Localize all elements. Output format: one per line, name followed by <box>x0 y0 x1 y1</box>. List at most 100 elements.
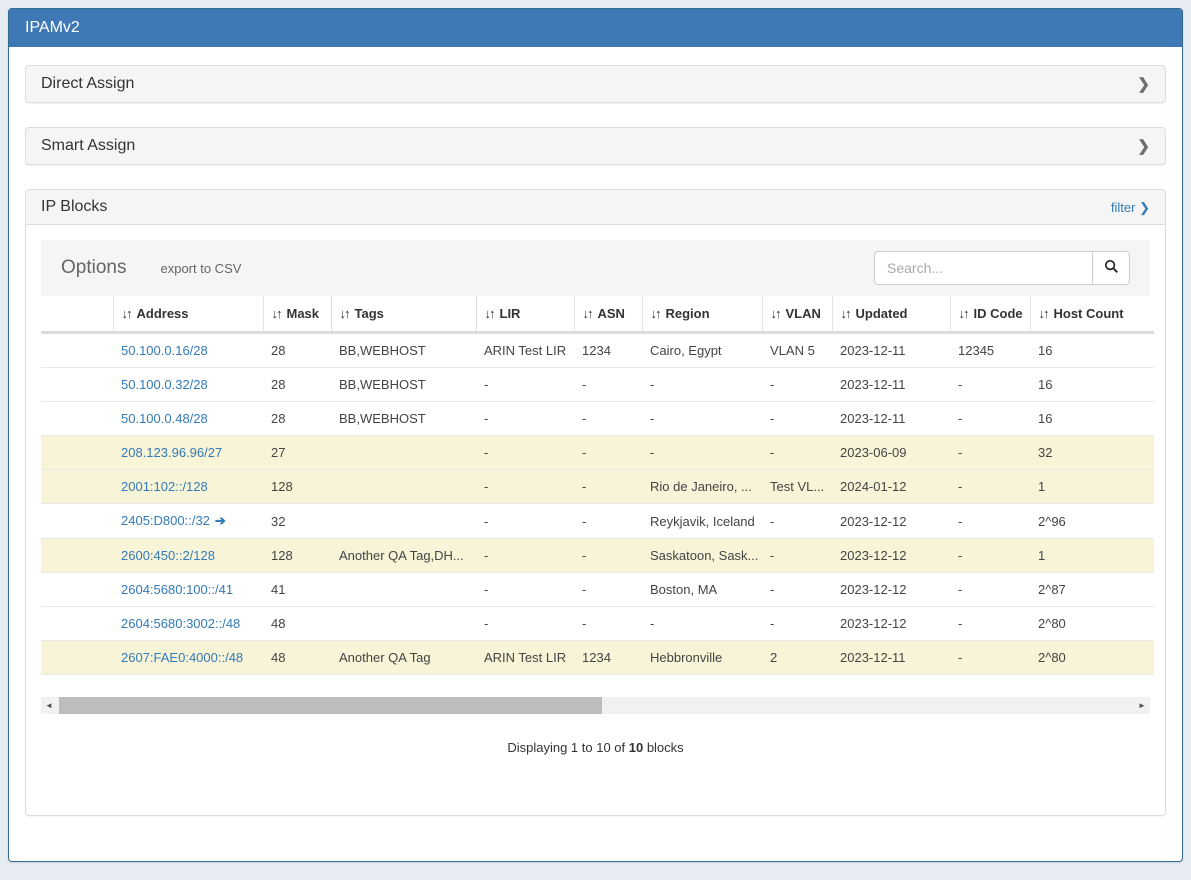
cell-region: - <box>642 607 762 641</box>
app-title: IPAMv2 <box>9 9 1182 47</box>
address-link[interactable]: 208.123.96.96/27 <box>121 445 222 460</box>
cell-region: Hebbronville <box>642 641 762 675</box>
address-link[interactable]: 2604:5680:3002::/48 <box>121 616 240 631</box>
table-row: 2600:450::2/128128Another QA Tag,DH...--… <box>41 539 1154 573</box>
cell-lir: - <box>476 573 574 607</box>
column-label: Region <box>666 306 710 321</box>
cell-id-code: 12345 <box>950 333 1030 368</box>
cell-updated: 2023-06-09 <box>832 436 950 470</box>
display-count-prefix: Displaying 1 to 10 of <box>507 740 628 755</box>
direct-assign-panel[interactable]: Direct Assign ❯ <box>25 65 1166 103</box>
cell-lir: - <box>476 368 574 402</box>
sort-icon: ↓↑ <box>959 306 968 321</box>
column-header-lir[interactable]: ↓↑LIR <box>476 296 574 333</box>
cell-lir: - <box>476 539 574 573</box>
cell-indent <box>41 573 113 607</box>
cell-host-count: 2^80 <box>1030 607 1154 641</box>
options-strip: Options export to CSV <box>41 240 1150 296</box>
cell-tags <box>331 470 476 504</box>
cell-indent <box>41 333 113 368</box>
ip-blocks-body: Options export to CSV <box>26 225 1165 815</box>
address-link[interactable]: 50.100.0.32/28 <box>121 377 208 392</box>
cell-address: 208.123.96.96/27 <box>113 436 263 470</box>
cell-tags: Another QA Tag,DH... <box>331 539 476 573</box>
ip-blocks-label: IP Blocks <box>41 198 107 216</box>
column-header-mask[interactable]: ↓↑Mask <box>263 296 331 333</box>
column-header-address[interactable]: ↓↑Address <box>113 296 263 333</box>
column-header-vlan[interactable]: ↓↑VLAN <box>762 296 832 333</box>
smart-assign-panel[interactable]: Smart Assign ❯ <box>25 127 1166 165</box>
column-label: ASN <box>598 306 625 321</box>
search-input[interactable] <box>874 251 1092 285</box>
sort-icon: ↓↑ <box>272 306 281 321</box>
address-link[interactable]: 2405:D800::/32 <box>121 513 210 528</box>
cell-host-count: 16 <box>1030 333 1154 368</box>
cell-address: 2001:102::/128 <box>113 470 263 504</box>
cell-vlan: - <box>762 504 832 539</box>
scroll-right-icon[interactable]: ► <box>1134 697 1150 714</box>
scrollbar-thumb[interactable] <box>59 697 602 714</box>
chevron-right-icon: ❯ <box>1137 139 1150 154</box>
address-link[interactable]: 2607:FAE0:4000::/48 <box>121 650 243 665</box>
cell-indent <box>41 368 113 402</box>
cell-id-code: - <box>950 436 1030 470</box>
cell-address: 50.100.0.16/28 <box>113 333 263 368</box>
cell-address: 50.100.0.32/28 <box>113 368 263 402</box>
column-header-tags[interactable]: ↓↑Tags <box>331 296 476 333</box>
search-button[interactable] <box>1092 251 1130 285</box>
cell-mask: 48 <box>263 607 331 641</box>
sort-icon: ↓↑ <box>485 306 494 321</box>
search-icon <box>1104 259 1119 277</box>
cell-lir: - <box>476 607 574 641</box>
column-label: ID Code <box>974 306 1023 321</box>
cell-region: Boston, MA <box>642 573 762 607</box>
cell-updated: 2023-12-12 <box>832 504 950 539</box>
column-header-empty <box>41 296 113 333</box>
cell-region: Rio de Janeiro, ... <box>642 470 762 504</box>
ip-blocks-table: ↓↑Address↓↑Mask↓↑Tags↓↑LIR↓↑ASN↓↑Region↓… <box>41 296 1154 675</box>
address-link[interactable]: 2600:450::2/128 <box>121 548 215 563</box>
table-header-row: ↓↑Address↓↑Mask↓↑Tags↓↑LIR↓↑ASN↓↑Region↓… <box>41 296 1154 333</box>
cell-id-code: - <box>950 402 1030 436</box>
cell-address: 2607:FAE0:4000::/48 <box>113 641 263 675</box>
column-header-region[interactable]: ↓↑Region <box>642 296 762 333</box>
cell-id-code: - <box>950 539 1030 573</box>
filter-link[interactable]: filter ❯ <box>1111 200 1150 215</box>
cell-asn: 1234 <box>574 333 642 368</box>
cell-id-code: - <box>950 641 1030 675</box>
address-link[interactable]: 2001:102::/128 <box>121 479 208 494</box>
column-header-asn[interactable]: ↓↑ASN <box>574 296 642 333</box>
cell-region: Reykjavik, Iceland <box>642 504 762 539</box>
scroll-left-icon[interactable]: ◄ <box>41 697 57 714</box>
address-link[interactable]: 50.100.0.16/28 <box>121 343 208 358</box>
horizontal-scrollbar[interactable]: ◄ ► <box>41 697 1150 714</box>
cell-tags <box>331 573 476 607</box>
cell-id-code: - <box>950 607 1030 641</box>
cell-indent <box>41 641 113 675</box>
sort-icon: ↓↑ <box>841 306 850 321</box>
cell-indent <box>41 436 113 470</box>
cell-tags <box>331 436 476 470</box>
column-header-host-count[interactable]: ↓↑Host Count <box>1030 296 1154 333</box>
cell-asn: - <box>574 573 642 607</box>
chevron-right-icon: ❯ <box>1137 77 1150 92</box>
cell-tags: Another QA Tag <box>331 641 476 675</box>
cell-vlan: - <box>762 402 832 436</box>
table-row: 208.123.96.96/2727----2023-06-09-32 <box>41 436 1154 470</box>
cell-updated: 2023-12-12 <box>832 573 950 607</box>
address-link[interactable]: 2604:5680:100::/41 <box>121 582 233 597</box>
cell-mask: 128 <box>263 470 331 504</box>
cell-indent <box>41 402 113 436</box>
cell-tags <box>331 607 476 641</box>
cell-updated: 2023-12-11 <box>832 333 950 368</box>
export-csv-link[interactable]: export to CSV <box>160 261 241 276</box>
cell-asn: - <box>574 436 642 470</box>
cell-vlan: - <box>762 368 832 402</box>
cell-mask: 32 <box>263 504 331 539</box>
cell-tags <box>331 504 476 539</box>
column-header-id-code[interactable]: ↓↑ ID Code <box>950 296 1030 333</box>
column-header-updated[interactable]: ↓↑Updated <box>832 296 950 333</box>
cell-mask: 48 <box>263 641 331 675</box>
cell-indent <box>41 607 113 641</box>
address-link[interactable]: 50.100.0.48/28 <box>121 411 208 426</box>
